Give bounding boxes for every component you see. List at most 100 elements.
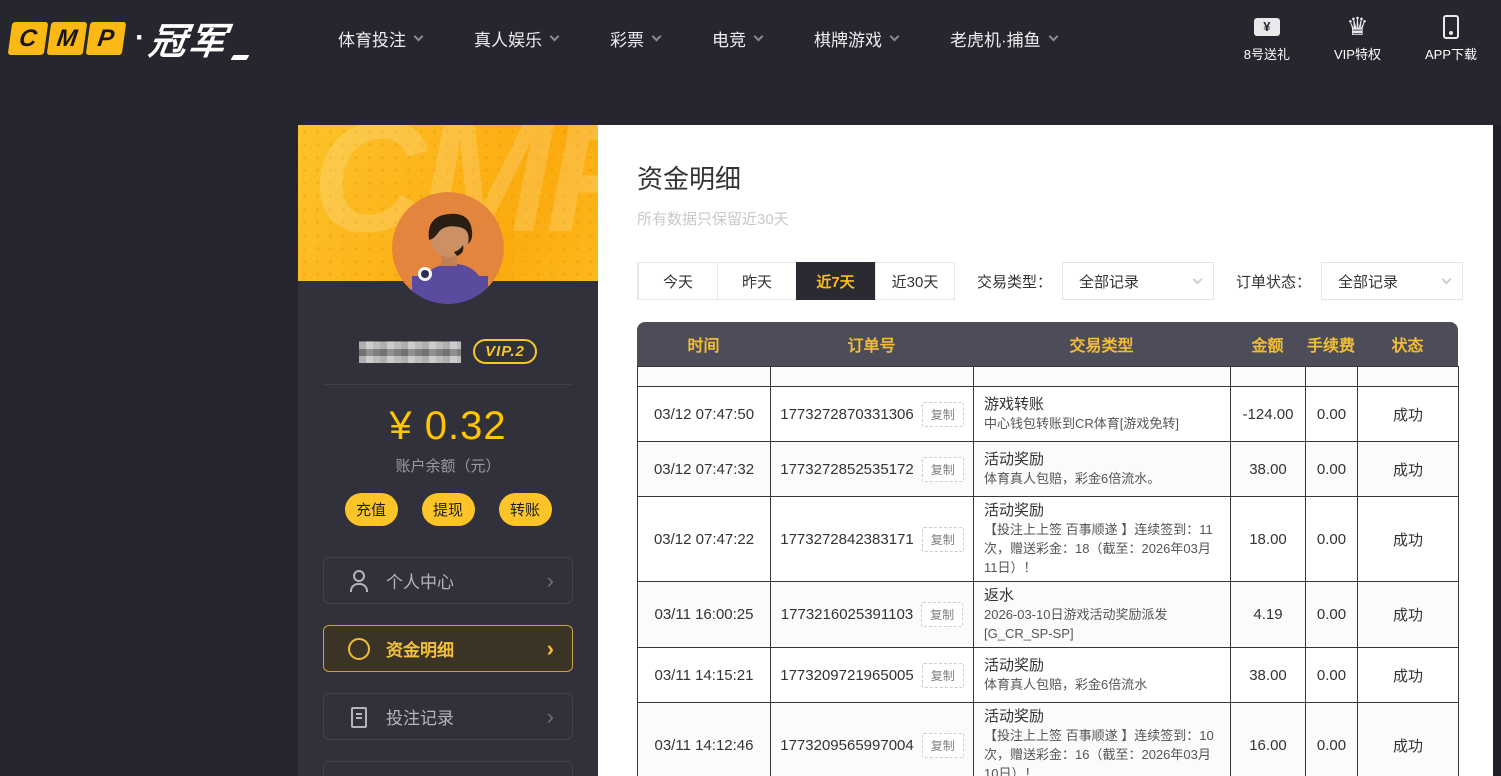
transaction-type: 活动奖励 bbox=[984, 450, 1224, 469]
main-nav: 体育投注 真人娱乐 彩票 电竞 棋牌游戏 bbox=[338, 26, 1057, 51]
copy-button[interactable]: 复制 bbox=[922, 733, 964, 758]
logo-letter-box: M bbox=[47, 22, 88, 55]
sidebar-menu-item[interactable]: 个人中心 › bbox=[323, 557, 573, 604]
cell-order: 1773272842383171 复制 bbox=[771, 497, 974, 582]
transaction-type: 返水 bbox=[984, 586, 1224, 605]
filter-group: 交易类型： 全部记录 bbox=[955, 262, 1214, 300]
transaction-description: 体育真人包赔，彩金6倍流水。 bbox=[984, 469, 1224, 488]
chevron-down-icon bbox=[652, 31, 662, 41]
copy-button[interactable]: 复制 bbox=[922, 527, 964, 552]
transaction-type: 游戏转账 bbox=[984, 395, 1224, 414]
date-range-tabs: 今天 昨天 近7天 近30天 bbox=[637, 262, 955, 300]
nav-item-label: 老虎机·捕鱼 bbox=[950, 26, 1041, 51]
transaction-description: 【投注上上签 百事顺遂 】连续签到：11次，赠送彩金：18（截至：2026年03… bbox=[984, 520, 1224, 577]
cell-amount: 4.19 bbox=[1231, 582, 1306, 648]
chevron-down-icon bbox=[1442, 274, 1452, 284]
date-range-tab[interactable]: 近7天 bbox=[796, 262, 875, 300]
nav-item-label: 彩票 bbox=[610, 26, 644, 51]
chevron-down-icon bbox=[1193, 274, 1203, 284]
scrollbar[interactable] bbox=[1493, 125, 1501, 776]
quick-link[interactable]: APP下载 bbox=[1425, 14, 1477, 63]
transaction-description: 【投注上上签 百事顺遂 】连续签到：10次，赠送彩金：16（截至：2026年03… bbox=[984, 726, 1224, 776]
menu-item-icon bbox=[348, 570, 370, 592]
table-row: 03/12 07:47:50 1773272870331306复制 游戏转账 中… bbox=[638, 387, 1459, 442]
menu-item-label: 资金明细 bbox=[386, 636, 454, 661]
order-number: 1773209565997004 bbox=[780, 737, 913, 754]
filter-group: 订单状态： 全部记录 bbox=[1214, 262, 1463, 300]
column-header-status: 状态 bbox=[1357, 332, 1458, 356]
logo-brand-name: 冠军 bbox=[146, 11, 232, 65]
menu-item-icon bbox=[348, 638, 370, 660]
menu-item-icon bbox=[348, 706, 370, 728]
cell-type: 活动奖励 体育真人包赔，彩金6倍流水。 bbox=[974, 442, 1231, 497]
cell-fee: 0.00 bbox=[1306, 442, 1358, 497]
table-row: 03/11 14:15:21 1773209721965005复制 活动奖励 体… bbox=[638, 648, 1459, 703]
cell-order: 1773209565997004 复制 bbox=[771, 703, 974, 776]
nav-item[interactable]: 彩票 bbox=[610, 26, 660, 51]
quick-link[interactable]: ¥ 8号送礼 bbox=[1244, 14, 1290, 63]
filter-select-value: 全部记录 bbox=[1079, 271, 1139, 292]
filter-select[interactable]: 全部记录 bbox=[1321, 262, 1463, 300]
cell-amount: 16.00 bbox=[1231, 703, 1306, 776]
nav-item[interactable]: 电竞 bbox=[712, 26, 762, 51]
filter-select-value: 全部记录 bbox=[1338, 271, 1398, 292]
copy-button[interactable]: 复制 bbox=[922, 457, 964, 482]
chevron-down-icon bbox=[1048, 31, 1058, 41]
filter-select[interactable]: 全部记录 bbox=[1062, 262, 1214, 300]
cell-time: 03/11 14:12:46 bbox=[638, 703, 771, 776]
cell-time: 03/12 07:47:32 bbox=[638, 442, 771, 497]
nav-item[interactable]: 体育投注 bbox=[338, 26, 422, 51]
wallet-action-button[interactable]: 转账 bbox=[499, 493, 552, 526]
copy-button[interactable]: 复制 bbox=[922, 663, 964, 688]
cell-amount: 38.00 bbox=[1231, 648, 1306, 703]
chevron-down-icon bbox=[890, 31, 900, 41]
column-header-type: 交易类型 bbox=[973, 332, 1230, 356]
nav-item[interactable]: 真人娱乐 bbox=[474, 26, 558, 51]
account-balance: ¥ 0.32 bbox=[298, 404, 598, 449]
nav-item[interactable]: 棋牌游戏 bbox=[814, 26, 898, 51]
logo-letter-box: C bbox=[8, 22, 49, 55]
wallet-action-button[interactable]: 充值 bbox=[345, 493, 398, 526]
chevron-down-icon bbox=[550, 31, 560, 41]
cell-order: 1773272852535172复制 bbox=[771, 442, 974, 497]
quick-link-label: APP下载 bbox=[1425, 44, 1477, 63]
cell-fee: 0.00 bbox=[1306, 582, 1358, 648]
nav-item-label: 电竞 bbox=[712, 26, 746, 51]
brand-logo[interactable]: C M P · 冠军 bbox=[10, 11, 248, 65]
order-number: 1773216025391103 bbox=[781, 606, 913, 623]
avatar[interactable] bbox=[392, 192, 504, 304]
account-balance-label: 账户余额（元） bbox=[298, 455, 598, 476]
order-number: 1773272842383171 bbox=[780, 531, 913, 548]
glyph-icon: ¥ bbox=[1254, 18, 1280, 36]
quick-link[interactable]: ♛ VIP特权 bbox=[1334, 14, 1381, 63]
nav-item[interactable]: 老虎机·捕鱼 bbox=[950, 26, 1057, 51]
copy-button[interactable]: 复制 bbox=[922, 402, 964, 427]
cell-time: 03/12 07:47:50 bbox=[638, 387, 771, 442]
cell-status: 成功 bbox=[1358, 387, 1459, 442]
glyph-icon: ♛ bbox=[1346, 14, 1368, 40]
cell-time: 03/12 07:47:22 bbox=[638, 497, 771, 582]
logo-dot: · bbox=[135, 21, 145, 55]
quick-link-icon bbox=[1443, 14, 1459, 40]
copy-button[interactable]: 复制 bbox=[921, 602, 963, 627]
transactions-table: 时间 订单号 交易类型 金额 手续费 状态 03/12 07:47:50 bbox=[637, 322, 1458, 776]
date-range-tab[interactable]: 近30天 bbox=[875, 263, 954, 299]
cell-amount: 38.00 bbox=[1231, 442, 1306, 497]
sidebar-menu-item[interactable]: 投注记录 › bbox=[323, 693, 573, 740]
transaction-description: 2026-03-10日游戏活动奖励派发[G_CR_SP-SP] bbox=[984, 605, 1224, 643]
table-header-row: 时间 订单号 交易类型 金额 手续费 状态 bbox=[637, 322, 1458, 366]
date-range-tab[interactable]: 今天 bbox=[638, 263, 717, 299]
table-row: 03/11 16:00:25 1773216025391103复制 返水 202… bbox=[638, 582, 1459, 648]
cell-order: 1773216025391103 复制 bbox=[771, 582, 974, 648]
page-subtitle: 所有数据只保留近30天 bbox=[637, 208, 1458, 229]
table-row: 03/12 07:47:22 1773272842383171复制 活动奖励 【… bbox=[638, 497, 1459, 582]
date-range-tab[interactable]: 昨天 bbox=[717, 263, 796, 299]
sidebar-menu-item[interactable]: 资金明细 › bbox=[323, 625, 573, 672]
cell-status: 成功 bbox=[1358, 703, 1459, 776]
chevron-down-icon bbox=[754, 31, 764, 41]
transaction-description: 中心钱包转账到CR体育[游戏免转] bbox=[984, 414, 1224, 433]
quick-link-label: 8号送礼 bbox=[1244, 44, 1290, 63]
sidebar-menu-item[interactable]: › bbox=[323, 761, 573, 776]
cell-fee: 0.00 bbox=[1306, 497, 1358, 582]
wallet-action-button[interactable]: 提现 bbox=[422, 493, 475, 526]
